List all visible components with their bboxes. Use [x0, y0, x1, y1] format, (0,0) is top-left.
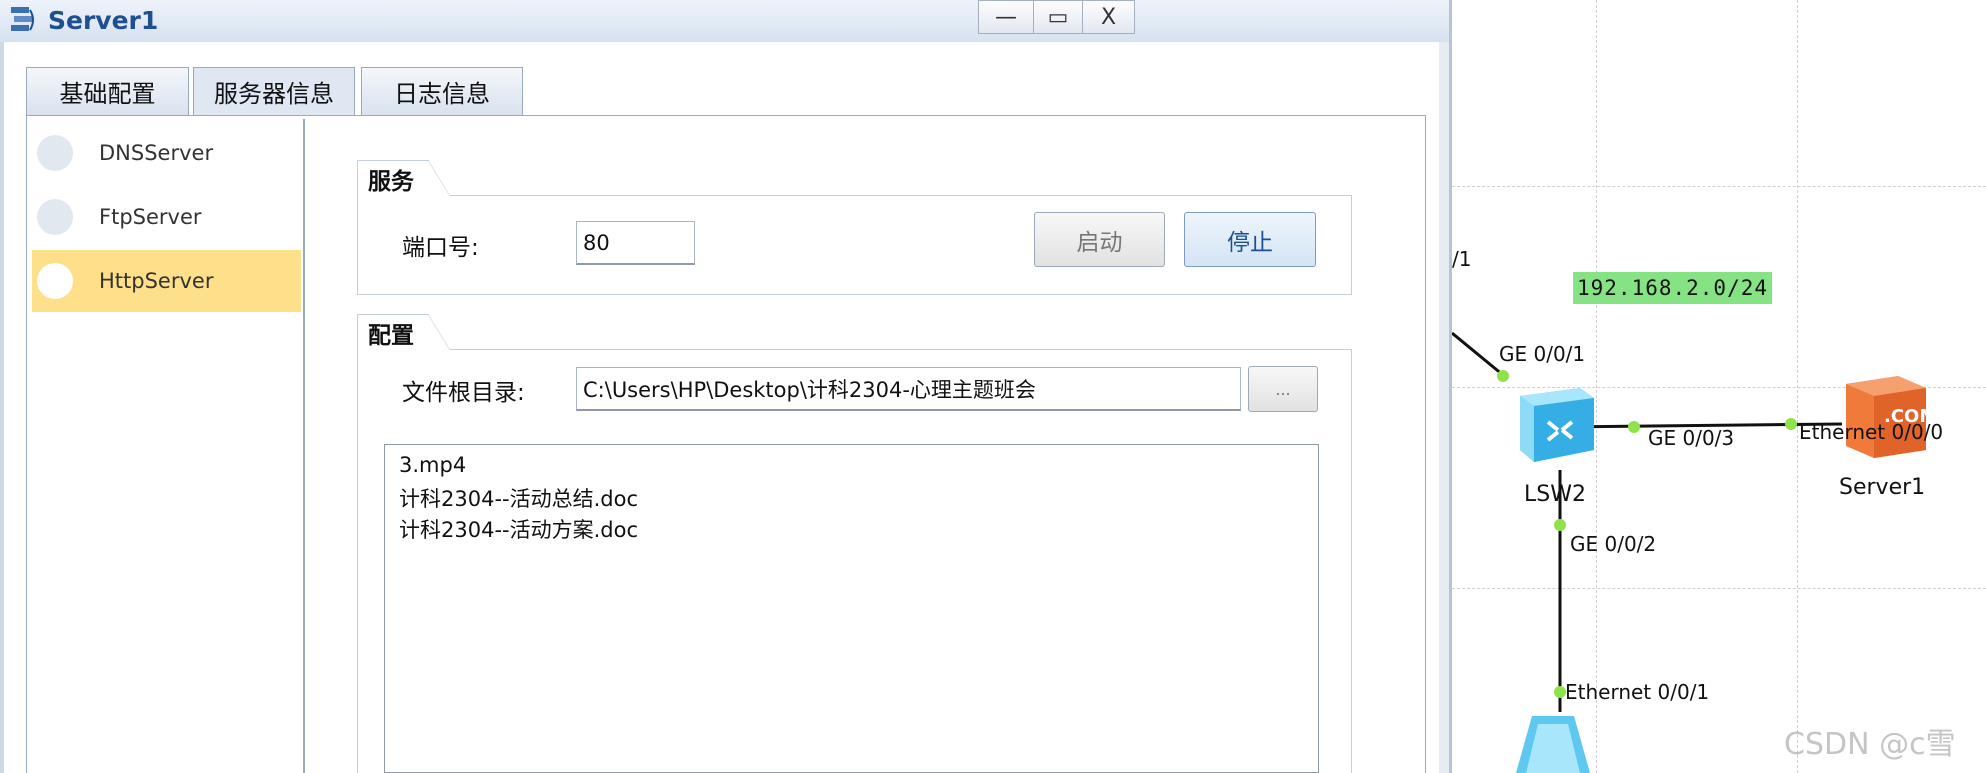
link-endpoint-dot: [1554, 519, 1566, 531]
service-group-title: 服务: [357, 160, 450, 196]
stop-button[interactable]: 停止: [1184, 212, 1316, 267]
close-icon: X: [1100, 4, 1117, 30]
watermark: CSDN @c雪: [1784, 727, 1956, 762]
switch-port-label: GE 0/0/1: [1499, 342, 1586, 366]
browse-button[interactable]: ...: [1248, 366, 1318, 412]
server-item-ftp[interactable]: FtpServer: [32, 186, 301, 248]
topology-canvas[interactable]: /1 192.168.2.0/24 LSW2 GE 0/0/1 GE 0/0/3…: [1452, 0, 1986, 773]
server-config-window: Server1 — ▭ X 基础配置 服务器信息 日志信息 DNSServer …: [0, 0, 1452, 773]
lower-port-label: Ethernet 0/0/1: [1565, 680, 1710, 704]
root-dir-label: 文件根目录:: [402, 380, 525, 406]
file-item[interactable]: 计科2304--活动方案.doc: [399, 514, 638, 544]
tab-label: 基础配置: [59, 80, 156, 108]
server-status-icon: [37, 135, 73, 171]
switch-name: LSW2: [1524, 482, 1586, 507]
server-type-list: DNSServer FtpServer HttpServer: [30, 119, 305, 773]
switch-port-label: GE 0/0/3: [1648, 426, 1735, 450]
link-upper: [1452, 331, 1504, 377]
maximize-icon: ▭: [1047, 4, 1069, 30]
start-button[interactable]: 启动: [1034, 212, 1165, 267]
server-item-http[interactable]: HttpServer: [32, 250, 301, 312]
pc-device-icon[interactable]: [1510, 716, 1598, 773]
server-device-name: Server1: [1839, 475, 1926, 500]
minimize-icon: —: [995, 4, 1017, 30]
tab-log-info[interactable]: 日志信息: [361, 67, 523, 115]
server-item-label: DNSServer: [99, 141, 214, 165]
server-item-label: FtpServer: [99, 205, 202, 229]
link-endpoint-dot: [1554, 686, 1566, 698]
link-endpoint-dot: [1497, 370, 1509, 382]
switch-port-label: GE 0/0/2: [1570, 532, 1657, 556]
title-bar[interactable]: Server1 — ▭ X: [0, 0, 1449, 42]
tab-basic-config[interactable]: 基础配置: [26, 67, 189, 115]
server-item-dns[interactable]: DNSServer: [32, 122, 301, 184]
tab-server-info[interactable]: 服务器信息: [193, 67, 355, 115]
maximize-button[interactable]: ▭: [1033, 0, 1083, 34]
tab-label: 日志信息: [394, 80, 490, 108]
link-endpoint-dot: [1628, 421, 1640, 433]
server-status-icon: [37, 199, 73, 235]
close-button[interactable]: X: [1082, 0, 1135, 34]
server-device-icon[interactable]: .COM: [1840, 372, 1932, 460]
file-item[interactable]: 计科2304--活动总结.doc: [399, 483, 638, 513]
config-group-title: 配置: [357, 314, 450, 350]
tab-label: 服务器信息: [214, 80, 334, 108]
port-label: 端口号:: [402, 235, 479, 261]
link-endpoint-dot: [1785, 418, 1797, 430]
server-item-label: HttpServer: [99, 269, 214, 293]
port-input[interactable]: 80: [576, 221, 695, 265]
subnet-label[interactable]: 192.168.2.0/24: [1573, 272, 1773, 304]
minimize-button[interactable]: —: [978, 0, 1034, 34]
file-list[interactable]: 3.mp4 计科2304--活动总结.doc 计科2304--活动方案.doc: [384, 444, 1319, 773]
file-item[interactable]: 3.mp4: [399, 453, 466, 477]
server-app-icon: [11, 7, 34, 31]
window-title: Server1: [48, 6, 159, 35]
server-status-icon: [37, 263, 73, 299]
switch-icon[interactable]: [1510, 384, 1596, 466]
partial-port-label: /1: [1452, 247, 1472, 271]
root-dir-input[interactable]: C:\Users\HP\Desktop\计科2304-心理主题班会: [576, 367, 1241, 411]
server-port-label: Ethernet 0/0/0: [1799, 420, 1944, 444]
